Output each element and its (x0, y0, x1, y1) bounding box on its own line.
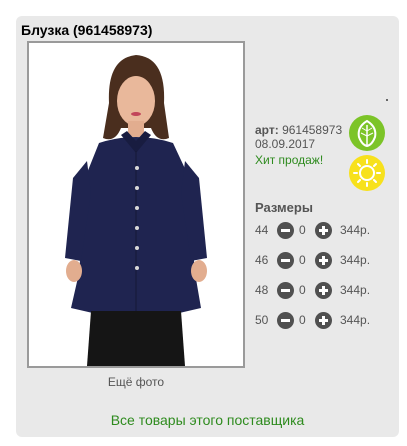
increase-button[interactable] (315, 312, 332, 329)
quantity-value: 0 (299, 253, 306, 267)
decrease-button[interactable] (277, 282, 294, 299)
leaf-icon (349, 115, 385, 151)
decrease-button[interactable] (277, 252, 294, 269)
blouse-model-image (29, 43, 243, 366)
article-value: 961458973 (282, 123, 343, 137)
increase-button[interactable] (315, 222, 332, 239)
decrease-button[interactable] (277, 222, 294, 239)
article-info: арт: 961458973 08.09.2017 (255, 123, 342, 151)
hit-badge-text: Хит продаж! (255, 153, 324, 167)
product-photo[interactable] (27, 41, 245, 368)
size-price: 344р. (340, 223, 371, 237)
quantity-value: 0 (299, 313, 306, 327)
size-price: 344р. (340, 313, 371, 327)
decorative-dot (386, 99, 388, 101)
size-label: 50 (255, 313, 269, 327)
supplier-products-link[interactable]: Все товары этого поставщика (16, 412, 399, 428)
article-date: 08.09.2017 (255, 137, 316, 151)
size-price: 344р. (340, 283, 371, 297)
more-photos-link[interactable]: Ещё фото (27, 375, 245, 389)
size-label: 48 (255, 283, 269, 297)
size-label: 46 (255, 253, 269, 267)
increase-button[interactable] (315, 282, 332, 299)
increase-button[interactable] (315, 252, 332, 269)
sun-icon (349, 155, 385, 191)
size-price: 344р. (340, 253, 371, 267)
product-title: Блузка (961458973) (21, 22, 153, 38)
size-label: 44 (255, 223, 269, 237)
sizes-title: Размеры (255, 200, 313, 215)
quantity-value: 0 (299, 283, 306, 297)
decrease-button[interactable] (277, 312, 294, 329)
article-label: арт: (255, 123, 279, 137)
quantity-value: 0 (299, 223, 306, 237)
